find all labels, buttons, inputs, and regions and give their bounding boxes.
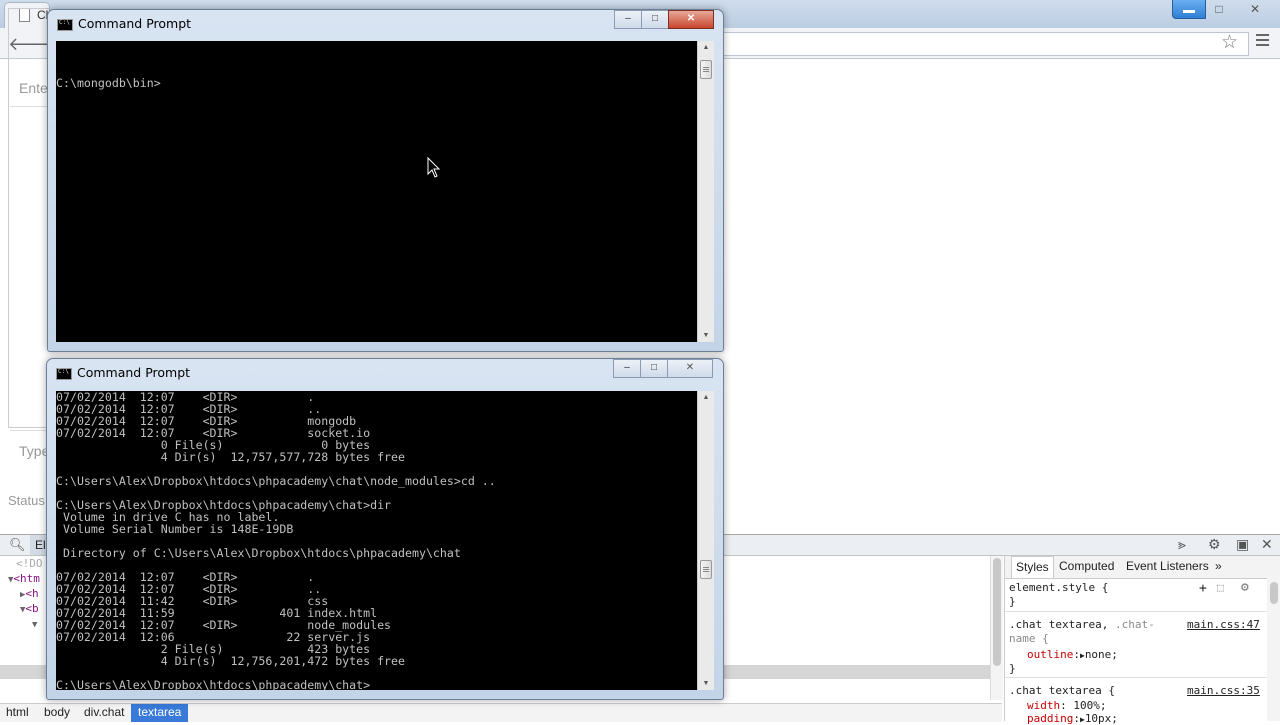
dom-node[interactable]: ▼<b xyxy=(0,601,48,616)
browser-maximize-button[interactable]: □ xyxy=(1204,0,1234,20)
css-property[interactable]: outline:▶none; xyxy=(1027,648,1118,661)
breadcrumb-div-chat[interactable]: div.chat xyxy=(84,704,124,722)
rule-selector: .chat textarea, .chat- xyxy=(1009,618,1155,631)
add-rule-icon[interactable]: + xyxy=(1199,581,1207,596)
minimize-icon xyxy=(1183,10,1195,13)
star-icon[interactable]: ☆ xyxy=(1221,31,1238,54)
close-brace: } xyxy=(1009,662,1016,675)
address-bar[interactable] xyxy=(724,32,1249,56)
tab-styles[interactable]: Styles xyxy=(1011,556,1054,578)
css-property[interactable]: width: 100%; xyxy=(1027,699,1107,712)
console-icon xyxy=(56,368,72,380)
rule-selector-cont: name { xyxy=(1009,632,1049,645)
command-prompt-window-top[interactable]: Command Prompt – □ ✕ C:\mongodb\bin> ▲ ▼ xyxy=(47,9,724,352)
more-tabs-icon[interactable]: » xyxy=(1215,559,1222,573)
console-drawer-icon[interactable]: ⪢ xyxy=(1178,536,1186,553)
maximize-button[interactable]: □ xyxy=(640,359,668,378)
scrollbar-thumb[interactable] xyxy=(700,560,712,579)
maximize-button[interactable]: □ xyxy=(641,10,669,29)
console-output[interactable]: 07/02/2014 12:07 <DIR> . 07/02/2014 12:07… xyxy=(56,391,697,690)
scroll-up-icon[interactable]: ▲ xyxy=(698,44,714,51)
minimize-button[interactable]: – xyxy=(614,10,642,29)
styles-tabs: Styles Computed Event Listeners » xyxy=(1005,556,1280,579)
breadcrumb-body[interactable]: body xyxy=(44,704,70,722)
css-property[interactable]: padding:▶10px; xyxy=(1027,712,1118,725)
scroll-down-icon[interactable]: ▼ xyxy=(698,332,714,339)
window-title: Command Prompt xyxy=(77,365,191,380)
dom-node[interactable]: <!DO xyxy=(0,556,48,571)
dom-node[interactable]: ▼<htm xyxy=(0,571,48,586)
breadcrumb-textarea[interactable]: textarea xyxy=(131,704,189,722)
console-scrollbar[interactable]: ▲ ▼ xyxy=(697,41,714,342)
menu-icon[interactable] xyxy=(1256,34,1269,49)
style-settings-icon[interactable]: ⚙ xyxy=(1241,580,1249,595)
rule-source-link[interactable]: main.css:35 xyxy=(1187,684,1260,697)
divider xyxy=(1005,677,1267,678)
styles-scrollbar[interactable] xyxy=(1267,578,1280,721)
breadcrumb: html body div.chat textarea xyxy=(0,703,1002,722)
browser-minimize-button[interactable] xyxy=(1172,0,1206,19)
chat-name-input[interactable]: Ente xyxy=(10,69,48,107)
toggle-state-icon[interactable]: ⬚ xyxy=(1217,581,1224,594)
rule-selector: .chat textarea { xyxy=(1009,684,1115,697)
console-line: Directory of C:\Users\Alex\Dropbox\htdoc… xyxy=(56,546,461,560)
scroll-down-icon[interactable]: ▼ xyxy=(698,680,714,687)
tab-event-listeners[interactable]: Event Listeners xyxy=(1126,559,1209,573)
element-style-selector: element.style { xyxy=(1009,581,1109,594)
close-button[interactable]: ✕ xyxy=(667,359,713,378)
dom-node[interactable]: ▼ xyxy=(0,616,48,631)
gear-icon[interactable]: ⚙ xyxy=(1208,536,1221,553)
tab-computed[interactable]: Computed xyxy=(1059,559,1114,573)
divider xyxy=(1005,611,1267,612)
browser-close-button[interactable]: ✕ xyxy=(1240,0,1270,20)
window-title: Command Prompt xyxy=(78,16,192,31)
minimize-button[interactable]: – xyxy=(613,359,641,378)
chat-status-label: Status xyxy=(8,493,45,508)
command-prompt-window-bottom[interactable]: Command Prompt – □ ✕ 07/02/2014 12:07 <D… xyxy=(46,358,724,700)
breadcrumb-html[interactable]: html xyxy=(6,704,29,722)
window-titlebar[interactable]: Command Prompt – □ ✕ xyxy=(48,10,723,38)
console-line: 4 Dir(s) 12,756,201,472 bytes free xyxy=(56,654,406,668)
console-line: C:\Users\Alex\Dropbox\htdocs\phpacademy\… xyxy=(56,678,371,690)
close-devtools-icon[interactable]: ✕ xyxy=(1261,536,1273,553)
chat-textarea[interactable]: Type xyxy=(10,430,49,470)
styles-pane: Styles Computed Event Listeners » elemen… xyxy=(1004,556,1280,725)
search-icon[interactable]: 🔍︎ xyxy=(9,537,26,553)
console-line: Volume Serial Number is 148E-19DB xyxy=(56,522,294,536)
close-button[interactable]: ✕ xyxy=(668,10,714,29)
dom-scrollbar[interactable] xyxy=(990,556,1003,700)
console-scrollbar[interactable]: ▲ ▼ xyxy=(697,391,714,690)
dock-icon[interactable]: ▣ xyxy=(1236,536,1249,553)
console-line: 4 Dir(s) 12,757,577,728 bytes free xyxy=(56,450,406,464)
window-titlebar[interactable]: Command Prompt – □ ✕ xyxy=(47,359,723,387)
console-line: C:\Users\Alex\Dropbox\htdocs\phpacademy\… xyxy=(56,474,496,488)
console-icon xyxy=(57,19,73,31)
mouse-cursor-icon xyxy=(427,157,441,178)
scrollbar-thumb[interactable] xyxy=(1270,582,1278,604)
dom-node[interactable]: ▶<h xyxy=(0,586,48,601)
scroll-up-icon[interactable]: ▲ xyxy=(698,394,714,401)
scrollbar-thumb[interactable] xyxy=(993,558,1001,666)
rule-source-link[interactable]: main.css:47 xyxy=(1187,618,1260,631)
close-brace: } xyxy=(1009,595,1016,608)
console-output[interactable]: C:\mongodb\bin> xyxy=(56,41,697,342)
scrollbar-thumb[interactable] xyxy=(700,60,712,79)
console-line: C:\mongodb\bin> xyxy=(56,76,161,90)
